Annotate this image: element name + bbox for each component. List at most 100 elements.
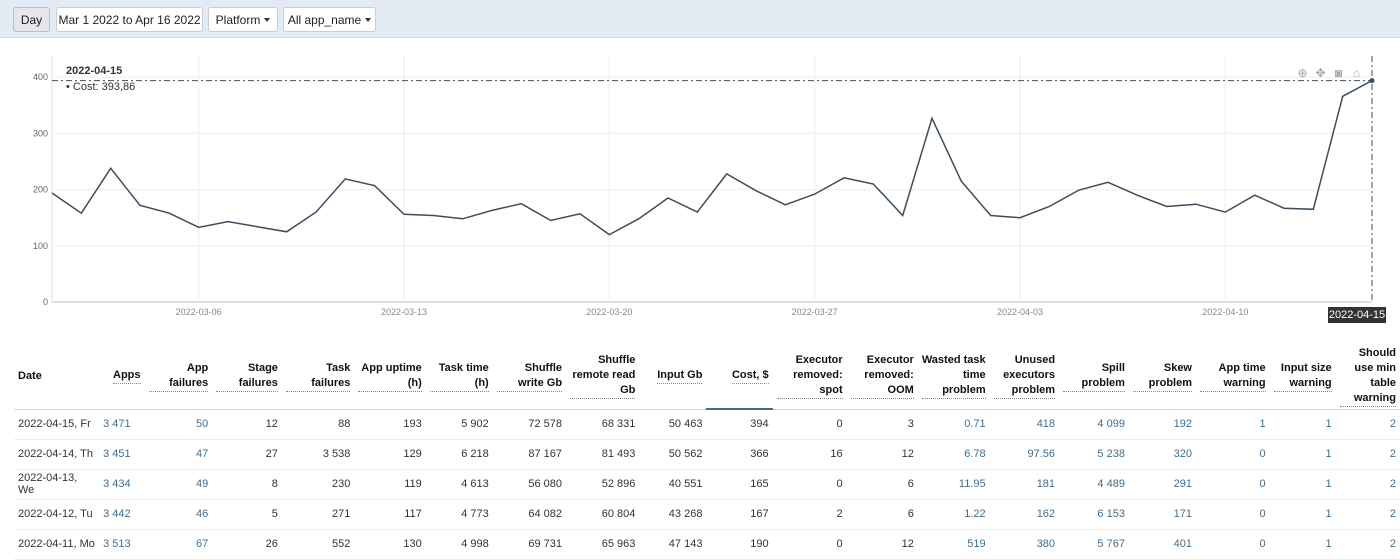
table-cell[interactable]: 0 bbox=[1196, 499, 1270, 530]
data-point[interactable] bbox=[1077, 189, 1080, 192]
column-header[interactable]: Shuffle write Gb bbox=[493, 344, 566, 409]
data-point[interactable] bbox=[608, 233, 611, 236]
table-cell[interactable]: 380 bbox=[989, 529, 1060, 560]
data-point[interactable] bbox=[51, 191, 54, 194]
data-point[interactable] bbox=[227, 220, 230, 223]
column-header[interactable]: App uptime (h) bbox=[354, 344, 425, 409]
table-cell[interactable]: 2 bbox=[1335, 499, 1400, 530]
column-header[interactable]: Input Gb bbox=[639, 344, 706, 409]
data-point[interactable] bbox=[315, 211, 318, 214]
data-point[interactable] bbox=[1107, 181, 1110, 184]
granularity-button[interactable]: Day bbox=[13, 7, 50, 32]
table-cell[interactable]: 46 bbox=[144, 499, 213, 530]
table-cell[interactable]: 6.78 bbox=[917, 439, 990, 470]
data-point[interactable] bbox=[813, 193, 816, 196]
data-point[interactable] bbox=[344, 177, 347, 180]
table-cell[interactable]: 3 471 bbox=[99, 409, 145, 440]
data-point[interactable] bbox=[403, 213, 406, 216]
pan-icon[interactable]: ✥ bbox=[1314, 66, 1327, 80]
data-point[interactable] bbox=[1019, 216, 1022, 219]
table-cell[interactable]: 3 442 bbox=[99, 499, 145, 530]
home-icon[interactable]: ⌂ bbox=[1350, 66, 1363, 80]
zoom-icon[interactable]: ⊕ bbox=[1296, 66, 1309, 80]
data-point[interactable] bbox=[989, 214, 992, 217]
data-point[interactable] bbox=[872, 183, 875, 186]
data-point[interactable] bbox=[637, 217, 640, 220]
table-cell[interactable]: 1 bbox=[1269, 499, 1336, 530]
data-point[interactable] bbox=[197, 226, 200, 229]
data-point[interactable] bbox=[491, 209, 494, 212]
table-cell[interactable]: 11.95 bbox=[917, 469, 990, 500]
table-cell[interactable]: 1 bbox=[1269, 439, 1336, 470]
data-point[interactable] bbox=[931, 117, 934, 120]
table-cell[interactable]: 192 bbox=[1128, 409, 1196, 440]
table-cell[interactable]: 181 bbox=[989, 469, 1060, 500]
column-header[interactable]: Executor removed: spot bbox=[773, 344, 847, 409]
column-header[interactable]: Date bbox=[14, 344, 99, 409]
column-header[interactable]: App time warning bbox=[1196, 344, 1270, 409]
table-cell[interactable]: 162 bbox=[989, 499, 1060, 530]
table-cell[interactable]: 1 bbox=[1196, 409, 1270, 440]
data-point[interactable] bbox=[549, 219, 552, 222]
data-point[interactable] bbox=[432, 214, 435, 217]
data-point[interactable] bbox=[1224, 211, 1227, 214]
data-point[interactable] bbox=[960, 180, 963, 183]
data-point[interactable] bbox=[1195, 203, 1198, 206]
table-cell[interactable]: 320 bbox=[1128, 439, 1196, 470]
data-point[interactable] bbox=[1136, 194, 1139, 197]
table-cell[interactable]: 0.71 bbox=[917, 409, 990, 440]
data-point[interactable] bbox=[725, 172, 728, 175]
table-cell[interactable]: 50 bbox=[144, 409, 213, 440]
data-point[interactable] bbox=[373, 184, 376, 187]
table-cell[interactable]: 1 bbox=[1269, 409, 1336, 440]
data-point[interactable] bbox=[139, 204, 142, 207]
table-cell[interactable]: 171 bbox=[1128, 499, 1196, 530]
table-cell[interactable]: 1 bbox=[1269, 529, 1336, 560]
table-cell[interactable]: 67 bbox=[144, 529, 213, 560]
column-header[interactable]: Apps bbox=[99, 344, 144, 409]
data-point[interactable] bbox=[843, 176, 846, 179]
table-cell[interactable]: 47 bbox=[144, 439, 213, 470]
table-cell[interactable]: 2 bbox=[1335, 469, 1400, 500]
data-point[interactable] bbox=[1165, 205, 1168, 208]
table-cell[interactable]: 1 bbox=[1269, 469, 1336, 500]
data-point[interactable] bbox=[168, 212, 171, 215]
column-header[interactable]: Executor removed: OOM bbox=[847, 344, 918, 409]
table-cell[interactable]: 49 bbox=[144, 469, 213, 500]
table-cell[interactable]: 3 434 bbox=[99, 469, 145, 500]
table-cell[interactable]: 97.56 bbox=[989, 439, 1060, 470]
column-header[interactable]: Shuffle remote read Gb bbox=[566, 344, 639, 409]
column-header[interactable]: Spill problem bbox=[1059, 344, 1129, 409]
column-header[interactable]: Stage failures bbox=[212, 344, 282, 409]
table-row[interactable]: 2022-04-12, Tu 3 442 46 5 271 117 4 773 64 082 6… bbox=[14, 499, 1400, 530]
table-row[interactable]: 2022-04-14, Th 3 451 47 27 3 538 129 6 218 87 1… bbox=[14, 439, 1400, 470]
column-header[interactable]: Skew problem bbox=[1129, 344, 1196, 409]
table-row[interactable]: 2022-04-13, We 3 434 49 8 230 119 4 613 56 080 5… bbox=[14, 469, 1400, 500]
table-cell[interactable]: 2 bbox=[1335, 409, 1400, 440]
table-cell[interactable]: 0 bbox=[1196, 529, 1270, 560]
line-chart[interactable]: 0100200300400 2022-03-06 2022-03-13 2022-0… bbox=[0, 52, 1400, 324]
table-cell[interactable]: 519 bbox=[917, 529, 990, 560]
column-header[interactable]: Unused executors problem bbox=[990, 344, 1059, 409]
data-point[interactable] bbox=[579, 212, 582, 215]
table-row[interactable]: 2022-04-15, Fr 3 471 50 12 88 193 5 902 72 578 6… bbox=[14, 409, 1400, 440]
table-row[interactable]: 2022-04-11, Mo 3 513 67 26 552 130 4 998 69 731… bbox=[14, 529, 1400, 560]
table-cell[interactable]: 418 bbox=[989, 409, 1060, 440]
date-range-button[interactable]: Mar 1 2022 to Apr 16 2022 bbox=[56, 7, 203, 32]
data-point[interactable] bbox=[1341, 95, 1344, 98]
table-cell[interactable]: 1.22 bbox=[917, 499, 990, 530]
cost-chart[interactable]: 0 100 200 300 400 2022-03-06 2022-03-13 2022-0… bbox=[0, 52, 1400, 324]
table-cell[interactable]: 2 bbox=[1335, 529, 1400, 560]
data-point[interactable] bbox=[755, 189, 758, 192]
data-point[interactable] bbox=[901, 214, 904, 217]
platform-dropdown[interactable]: Platform bbox=[208, 7, 278, 32]
column-header[interactable]: App failures bbox=[145, 344, 213, 409]
column-header[interactable]: Input size warning bbox=[1270, 344, 1336, 409]
column-header[interactable]: Should use min table warning bbox=[1336, 344, 1400, 409]
table-cell[interactable]: 5 238 bbox=[1059, 439, 1129, 470]
table-cell[interactable]: 2 bbox=[1335, 439, 1400, 470]
data-point[interactable] bbox=[80, 212, 83, 215]
column-header[interactable]: Task failures bbox=[282, 344, 354, 409]
column-header[interactable]: Wasted task time problem bbox=[918, 344, 990, 409]
data-point[interactable] bbox=[256, 225, 259, 228]
